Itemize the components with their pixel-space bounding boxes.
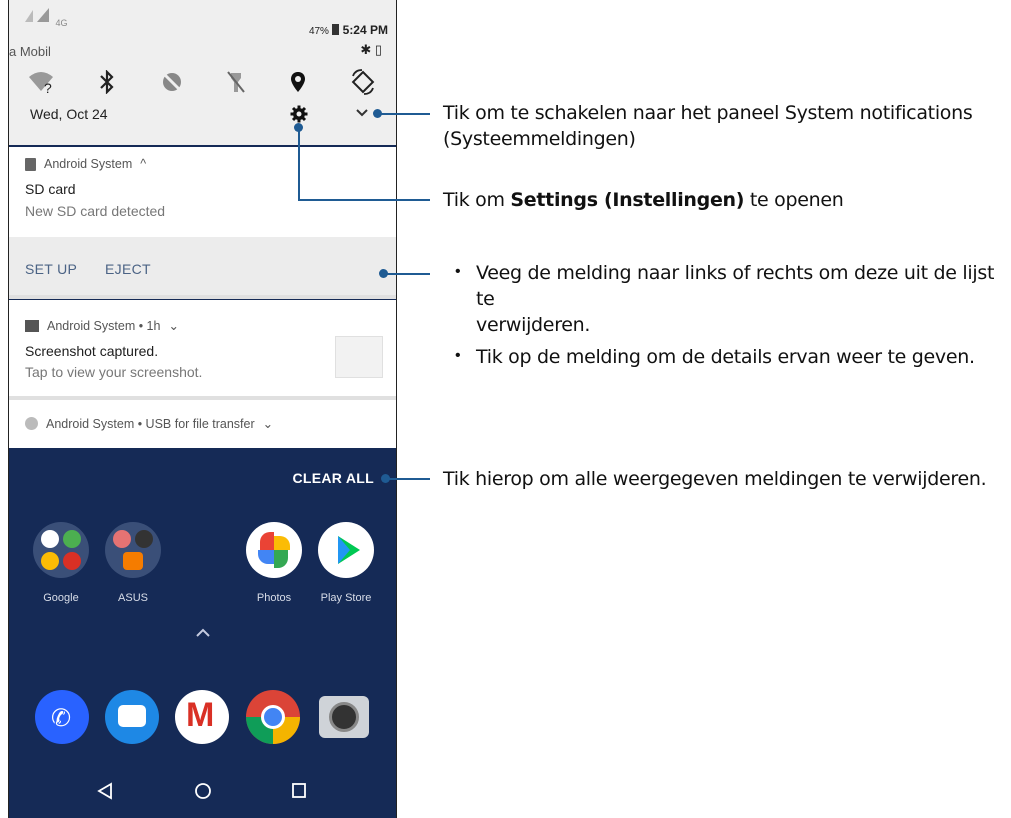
svg-text:?: ? bbox=[44, 80, 52, 95]
notification-screenshot[interactable]: Android System • 1h ⌄ Screenshot capture… bbox=[9, 300, 396, 396]
network-indicator: 4G bbox=[23, 6, 68, 28]
expand-chevron-icon[interactable]: ⌄ bbox=[168, 318, 178, 333]
collapse-chevron-icon[interactable]: ^ bbox=[140, 157, 146, 171]
eject-button[interactable]: EJECT bbox=[105, 261, 151, 277]
callout-clear-all: Tik hierop om alle weergegeven meldingen… bbox=[443, 468, 987, 490]
callout-line-clear-all bbox=[386, 478, 430, 480]
callout-text-line: verwijderen. bbox=[476, 314, 591, 336]
notification-text: Tap to view your screenshot. bbox=[25, 364, 203, 380]
network-type-label: 4G bbox=[55, 18, 68, 28]
flashlight-off-icon[interactable] bbox=[226, 70, 246, 94]
app-label-photos: Photos bbox=[256, 592, 292, 604]
app-label-asus: ASUS bbox=[118, 592, 148, 604]
callout-line-swipe bbox=[384, 273, 430, 275]
auto-rotate-icon[interactable] bbox=[349, 68, 377, 96]
location-icon[interactable] bbox=[289, 70, 307, 94]
app-name: Android System bbox=[44, 157, 133, 171]
app-label-play-store: Play Store bbox=[320, 592, 372, 604]
bluetooth-icon[interactable] bbox=[97, 70, 117, 94]
home-icon[interactable] bbox=[194, 782, 212, 800]
callout-swipe: Veeg de melding naar links of rechts om … bbox=[476, 260, 1006, 338]
clear-all-button[interactable]: CLEAR ALL bbox=[292, 470, 374, 486]
callout-text-line: Veeg de melding naar links of rechts om … bbox=[476, 262, 995, 310]
battery-icon bbox=[332, 24, 340, 35]
carrier-name: a Mobil bbox=[9, 44, 51, 59]
settings-gear-icon[interactable] bbox=[290, 105, 308, 123]
usb-status-icon bbox=[25, 417, 38, 430]
expand-chevron-icon[interactable]: ⌄ bbox=[263, 416, 273, 431]
wifi-icon[interactable]: ? bbox=[27, 69, 55, 95]
play-store-icon[interactable] bbox=[318, 522, 374, 578]
app-name: Android System • 1h bbox=[47, 318, 161, 333]
phone-icon[interactable]: ✆ bbox=[35, 690, 89, 744]
notification-title: SD card bbox=[25, 181, 76, 197]
callout-text-pre: Tik om bbox=[443, 189, 511, 211]
bullet: • bbox=[455, 263, 461, 280]
messages-icon[interactable] bbox=[105, 690, 159, 744]
vibrate-icon: ▯ bbox=[374, 42, 382, 57]
recents-icon[interactable] bbox=[291, 782, 307, 800]
callout-text-line: Tik om te schakelen naar het paneel Syst… bbox=[443, 102, 973, 124]
setup-button[interactable]: SET UP bbox=[25, 261, 77, 277]
callout-notifications: Tik om te schakelen naar het paneel Syst… bbox=[443, 100, 973, 152]
callout-line-settings bbox=[298, 199, 430, 201]
google-folder-icon[interactable] bbox=[33, 522, 89, 578]
bullet: • bbox=[455, 347, 461, 364]
signal-icon bbox=[25, 8, 49, 22]
callout-text-post: te openen bbox=[744, 189, 844, 211]
camera-icon[interactable] bbox=[317, 690, 371, 744]
callout-settings: Tik om Settings (Instellingen) te openen bbox=[443, 187, 844, 213]
notification-actions: SET UP EJECT bbox=[9, 237, 396, 295]
notification-usb[interactable]: Android System • USB for file transfer ⌄ bbox=[9, 400, 396, 448]
sd-card-icon bbox=[25, 157, 36, 171]
notification-header: Android System • USB for file transfer ⌄ bbox=[25, 416, 273, 431]
quick-settings-row: ? bbox=[27, 66, 377, 98]
photos-icon[interactable] bbox=[246, 522, 302, 578]
date-label: Wed, Oct 24 bbox=[30, 106, 108, 122]
callout-line-notifications bbox=[378, 113, 430, 115]
image-icon bbox=[25, 319, 39, 332]
back-icon[interactable] bbox=[97, 782, 113, 800]
callout-text-line: (Systeemmeldingen) bbox=[443, 128, 636, 150]
battery-percent: 47% bbox=[308, 26, 329, 37]
notification-header: Android System • 1h ⌄ bbox=[25, 318, 179, 333]
screenshot-thumbnail bbox=[335, 336, 383, 378]
chevron-down-icon[interactable] bbox=[355, 108, 369, 118]
app-drawer-chevron-icon[interactable] bbox=[195, 628, 211, 638]
notification-text: New SD card detected bbox=[25, 203, 166, 219]
phone-screen: 4G 47% 5:24 PM a Mobil ✱ ▯ ? Wed, Oct 24… bbox=[8, 0, 397, 818]
divider bbox=[9, 295, 396, 299]
app-name: Android System • USB for file transfer bbox=[46, 416, 255, 431]
callout-text-bold: Settings (Instellingen) bbox=[510, 189, 745, 211]
status-icons: ✱ ▯ bbox=[360, 42, 382, 58]
clock: 5:24 PM bbox=[342, 23, 388, 37]
status-right: 47% 5:24 PM bbox=[309, 23, 388, 37]
gmail-icon[interactable]: M bbox=[175, 690, 229, 744]
do-not-disturb-icon[interactable] bbox=[160, 70, 184, 94]
quick-settings-panel: 4G 47% 5:24 PM a Mobil ✱ ▯ ? Wed, Oct 24 bbox=[9, 0, 396, 145]
chrome-icon[interactable] bbox=[246, 690, 300, 744]
callout-tap: Tik op de melding om de details ervan we… bbox=[476, 346, 975, 368]
notification-sd-card[interactable]: Android System ^ SD card New SD card det… bbox=[9, 147, 396, 237]
app-label-google: Google bbox=[43, 592, 79, 604]
notification-header: Android System ^ bbox=[25, 157, 146, 171]
asus-folder-icon[interactable] bbox=[105, 522, 161, 578]
callout-line-settings-vertical bbox=[298, 127, 300, 200]
play-triangle-icon bbox=[338, 536, 360, 564]
bluetooth-status-icon: ✱ bbox=[360, 42, 372, 57]
notification-title: Screenshot captured. bbox=[25, 343, 159, 359]
